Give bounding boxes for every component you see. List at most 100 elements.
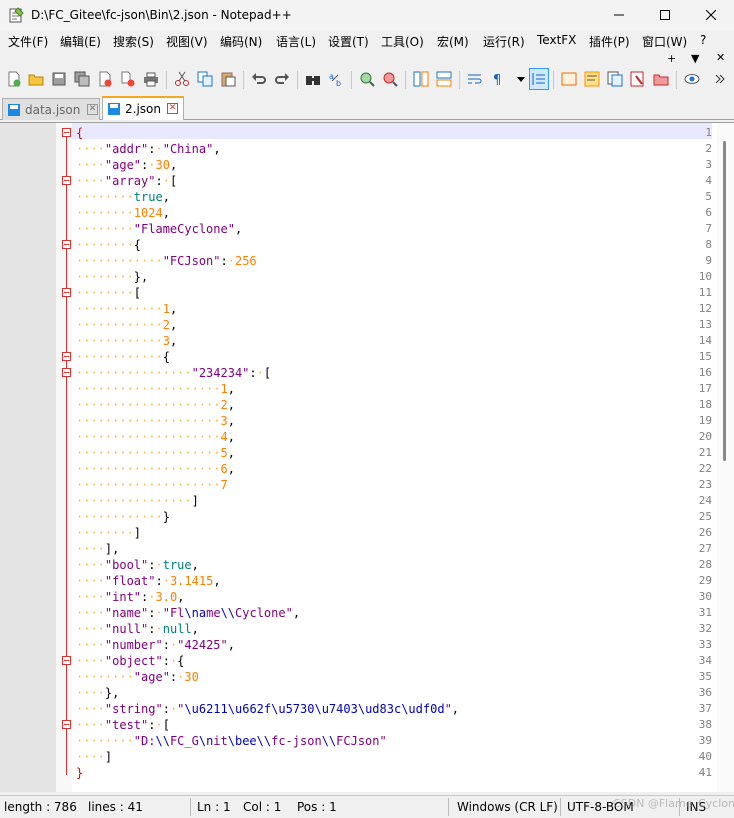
menu-macro[interactable]: 宏(M)	[437, 33, 469, 50]
code-line[interactable]: ····"test":·[	[76, 717, 170, 733]
menu-plugins[interactable]: 插件(P)	[589, 33, 630, 50]
code-line[interactable]: ············2,	[76, 317, 177, 333]
monitoring-button[interactable]	[651, 68, 671, 90]
code-line[interactable]: ····"bool":·true,	[76, 557, 199, 573]
maximize-button[interactable]	[642, 0, 688, 30]
close-doc-icon[interactable]: ✕	[716, 51, 725, 64]
tab-data-json[interactable]: data.json ✕	[2, 98, 100, 120]
menu-view[interactable]: 视图(V)	[166, 33, 208, 50]
function-list-button[interactable]	[605, 68, 625, 90]
code-line[interactable]: ············1,	[76, 301, 177, 317]
tab-list-down-icon[interactable]: ▼	[691, 52, 699, 65]
code-line[interactable]: ················"234234":·[	[76, 365, 271, 381]
code-line[interactable]: ····],	[76, 541, 119, 557]
doc-map-button[interactable]	[582, 68, 602, 90]
fold-collapse-icon[interactable]	[62, 352, 71, 361]
code-line[interactable]: ············{	[76, 349, 170, 365]
find-button[interactable]	[303, 68, 323, 90]
code-line[interactable]: ····················3,	[76, 413, 235, 429]
fold-collapse-icon[interactable]	[62, 176, 71, 185]
fold-collapse-icon[interactable]	[62, 240, 71, 249]
close-all-button[interactable]	[118, 68, 138, 90]
code-line[interactable]: ········1024,	[76, 205, 170, 221]
view-button[interactable]	[682, 68, 702, 90]
indent-guide-button[interactable]	[529, 68, 549, 90]
fold-collapse-icon[interactable]	[62, 720, 71, 729]
tab-close-icon[interactable]: ✕	[167, 103, 178, 114]
code-line[interactable]: ····]	[76, 749, 112, 765]
code-line[interactable]: ····"string":·"\u6211\u662f\u5730\u7403\…	[76, 701, 459, 717]
code-line[interactable]: ········"age":·30	[76, 669, 199, 685]
code-line[interactable]: ········]	[76, 525, 141, 541]
close-window-button[interactable]	[688, 0, 734, 30]
fold-collapse-icon[interactable]	[62, 288, 71, 297]
code-line[interactable]: ····"object":·{	[76, 653, 184, 669]
replace-button[interactable]: ab	[326, 68, 346, 90]
code-line[interactable]: ····"null":·null,	[76, 621, 199, 637]
sync-vertical-button[interactable]	[411, 68, 431, 90]
code-line[interactable]: ············}	[76, 509, 170, 525]
show-all-chars-dropdown[interactable]	[511, 68, 531, 90]
menu-textfx[interactable]: TextFX	[537, 33, 576, 47]
menu-encoding[interactable]: 编码(N)	[220, 33, 262, 50]
fold-collapse-icon[interactable]	[62, 368, 71, 377]
fold-collapse-icon[interactable]	[62, 128, 71, 137]
paste-button[interactable]	[218, 68, 238, 90]
tab-close-icon[interactable]: ✕	[87, 104, 98, 115]
menu-file[interactable]: 文件(F)	[8, 33, 48, 50]
code-line[interactable]: ····},	[76, 685, 119, 701]
code-line[interactable]: ····················7	[76, 477, 228, 493]
save-all-button[interactable]	[72, 68, 92, 90]
code-line[interactable]: ········"D:\\FC_G\nit\bee\\fc-json\\FCJs…	[76, 733, 387, 749]
code-line[interactable]: ········},	[76, 269, 148, 285]
code-line[interactable]: ····"number":·"42425",	[76, 637, 235, 653]
toolbar-overflow-button[interactable]	[710, 68, 730, 90]
undo-button[interactable]	[249, 68, 269, 90]
code-line[interactable]: ········[	[76, 285, 141, 301]
code-line[interactable]: ····················1,	[76, 381, 235, 397]
menu-edit[interactable]: 编辑(E)	[60, 33, 101, 50]
menu-run[interactable]: 运行(R)	[483, 33, 525, 50]
code-line[interactable]: ····"int":·3.0,	[76, 589, 184, 605]
open-file-button[interactable]	[26, 68, 46, 90]
code-line[interactable]: ····"float":·3.1415,	[76, 573, 221, 589]
cut-button[interactable]	[172, 68, 192, 90]
code-line[interactable]: ····"array":·[	[76, 173, 177, 189]
fold-margin[interactable]	[56, 123, 72, 792]
vertical-scrollbar[interactable]	[717, 123, 734, 792]
editor-pane[interactable]: 1 {2 ····"addr":·"China", 3 ····"age":·30, 4 ·…	[0, 122, 734, 792]
udl-button[interactable]	[559, 68, 579, 90]
fold-collapse-icon[interactable]	[62, 656, 71, 665]
close-file-button[interactable]	[95, 68, 115, 90]
new-tab-plus-icon[interactable]: +	[667, 52, 676, 65]
minimize-button[interactable]	[596, 0, 642, 30]
code-line[interactable]: {	[76, 125, 83, 141]
code-line[interactable]: ········{	[76, 237, 141, 253]
code-line[interactable]: ············"FCJson":·256	[76, 253, 257, 269]
menu-language[interactable]: 语言(L)	[276, 33, 316, 50]
code-line[interactable]: ····"age":·30,	[76, 157, 177, 173]
scrollbar-thumb[interactable]	[723, 141, 726, 461]
word-wrap-button[interactable]	[465, 68, 485, 90]
redo-button[interactable]	[272, 68, 292, 90]
save-button[interactable]	[49, 68, 69, 90]
zoom-out-button[interactable]	[380, 68, 400, 90]
menu-help[interactable]: ?	[700, 33, 706, 47]
code-line[interactable]: ········true,	[76, 189, 170, 205]
tab-2-json[interactable]: 2.json ✕	[102, 96, 184, 120]
menu-search[interactable]: 搜索(S)	[113, 33, 154, 50]
print-button[interactable]	[141, 68, 161, 90]
zoom-in-button[interactable]	[357, 68, 377, 90]
code-line[interactable]: ····················5,	[76, 445, 235, 461]
sync-horizontal-button[interactable]	[434, 68, 454, 90]
menu-tools[interactable]: 工具(O)	[381, 33, 424, 50]
code-line[interactable]: ····"name":·"Fl\name\\Cyclone",	[76, 605, 300, 621]
code-line[interactable]: }	[76, 765, 83, 781]
menu-settings[interactable]: 设置(T)	[328, 33, 369, 50]
folder-workspace-button[interactable]	[628, 68, 648, 90]
code-line[interactable]: ················]	[76, 493, 199, 509]
show-all-chars-button[interactable]: ¶	[488, 68, 508, 90]
code-line[interactable]: ····················6,	[76, 461, 235, 477]
menu-window[interactable]: 窗口(W)	[642, 33, 687, 50]
new-file-button[interactable]	[4, 68, 24, 90]
